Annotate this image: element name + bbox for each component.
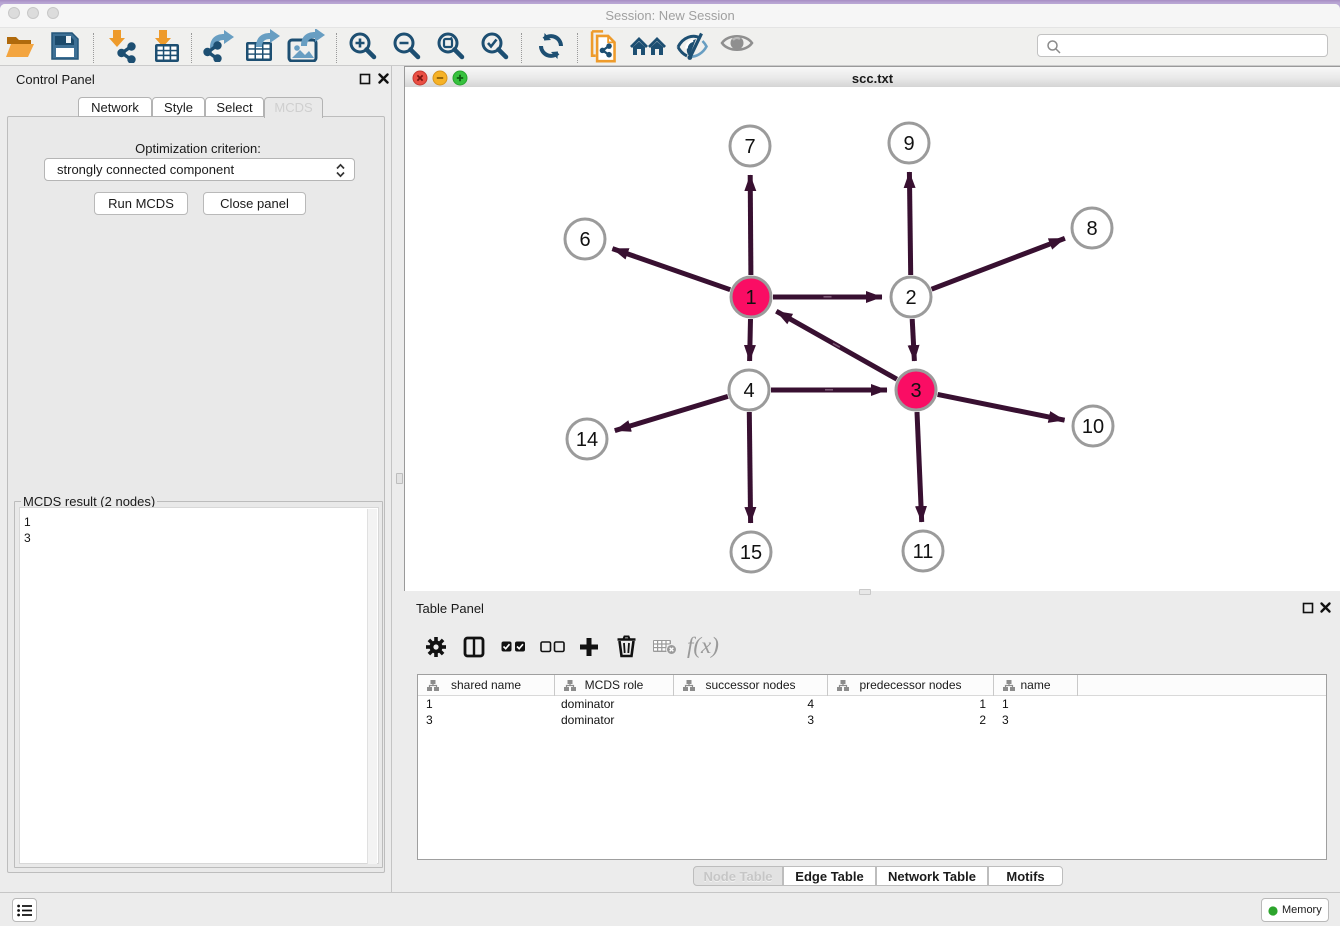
svg-text:8: 8 <box>1086 218 1097 240</box>
svg-text:11: 11 <box>913 541 934 563</box>
svg-text:10: 10 <box>1082 416 1104 438</box>
svg-text:9: 9 <box>903 133 914 155</box>
svg-text:14: 14 <box>576 429 598 451</box>
svg-text:2: 2 <box>905 287 916 309</box>
svg-text:4: 4 <box>743 380 754 402</box>
svg-text:6: 6 <box>579 229 590 251</box>
svg-text:3: 3 <box>910 380 921 402</box>
svg-text:15: 15 <box>740 542 762 564</box>
svg-text:1: 1 <box>745 287 756 309</box>
svg-text:7: 7 <box>744 136 755 158</box>
